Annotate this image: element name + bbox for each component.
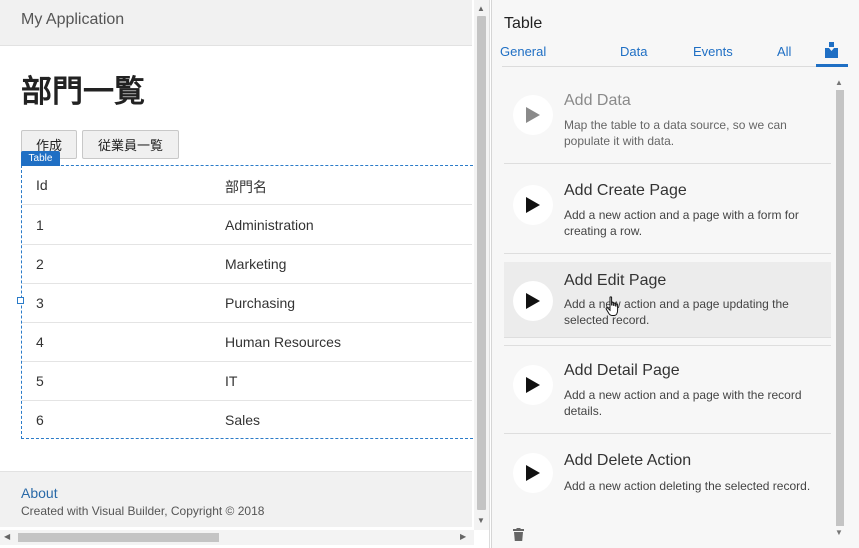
scrollbar-thumb[interactable] — [836, 90, 844, 526]
cell-id: 5 — [36, 373, 44, 389]
app-header: My Application — [0, 0, 472, 46]
cell-department-name: Marketing — [225, 256, 287, 272]
scroll-right-arrow-icon[interactable]: ▶ — [460, 532, 466, 541]
scrollbar-thumb[interactable] — [18, 533, 219, 542]
play-button[interactable] — [513, 185, 553, 225]
card-title: Add Create Page — [564, 182, 687, 199]
add-create-page-card[interactable]: Add Create Page Add a new action and a p… — [504, 168, 831, 254]
add-edit-page-card[interactable]: Add Edit Page Add a new action and a pag… — [504, 262, 831, 338]
employees-list-button[interactable]: 従業員一覧 — [82, 130, 179, 159]
card-title: Add Edit Page — [564, 272, 667, 289]
scrollbar-thumb[interactable] — [477, 16, 486, 510]
card-title: Add Detail Page — [564, 362, 680, 379]
table-row[interactable]: 5 IT — [22, 362, 472, 401]
play-icon — [526, 107, 540, 123]
play-button[interactable] — [513, 281, 553, 321]
scroll-left-arrow-icon[interactable]: ◀ — [4, 532, 10, 541]
add-detail-page-card[interactable]: Add Detail Page Add a new action and a p… — [504, 348, 831, 434]
card-description: Add a new action and a page with the rec… — [564, 388, 802, 418]
preview-pane: My Application 部門一覧 作成 従業員一覧 Table Id 部門… — [0, 0, 490, 548]
app-title: My Application — [21, 11, 125, 28]
preview-vertical-scrollbar[interactable]: ▲ ▼ — [474, 0, 489, 530]
play-icon — [526, 377, 540, 393]
scroll-down-arrow-icon[interactable]: ▼ — [477, 516, 485, 525]
preview-horizontal-scrollbar[interactable]: ◀ ▶ — [0, 530, 474, 545]
cell-department-name: IT — [225, 373, 238, 389]
card-title: Add Delete Action — [564, 452, 692, 469]
column-header-id: Id — [36, 177, 48, 193]
tab-bar-divider — [502, 66, 848, 67]
cell-department-name: Administration — [225, 217, 314, 233]
cell-id: 3 — [36, 295, 44, 311]
table-component-badge: Table — [21, 151, 60, 166]
trash-icon[interactable] — [513, 528, 524, 546]
cell-id: 1 — [36, 217, 44, 233]
table-row[interactable]: 2 Marketing — [22, 245, 472, 284]
card-divider — [504, 345, 831, 346]
play-icon — [526, 465, 540, 481]
app-footer: About Created with Visual Builder, Copyr… — [0, 471, 472, 527]
tab-data[interactable]: Data — [620, 44, 647, 59]
panel-vertical-scrollbar[interactable]: ▲ ▼ — [833, 78, 847, 540]
card-description: Add a new action deleting the selected r… — [564, 479, 811, 493]
quick-start-icon — [825, 42, 838, 58]
table-row[interactable]: 4 Human Resources — [22, 323, 472, 362]
column-header-department-name: 部門名 — [225, 180, 267, 196]
cell-id: 6 — [36, 412, 44, 428]
tab-general[interactable]: General — [500, 44, 546, 59]
play-button[interactable] — [513, 453, 553, 493]
play-icon — [526, 293, 540, 309]
scroll-up-arrow-icon[interactable]: ▲ — [835, 78, 843, 87]
add-data-card[interactable]: Add Data Map the table to a data source,… — [504, 78, 831, 164]
copyright-text: Created with Visual Builder, Copyright ©… — [21, 504, 265, 518]
table-row[interactable]: 1 Administration — [22, 206, 472, 245]
cell-id: 2 — [36, 256, 44, 272]
add-delete-action-card[interactable]: Add Delete Action Add a new action delet… — [504, 440, 831, 510]
page-title: 部門一覧 — [21, 74, 145, 110]
table-row[interactable]: 6 Sales — [22, 401, 472, 440]
panel-title: Table — [504, 15, 543, 32]
scroll-up-arrow-icon[interactable]: ▲ — [477, 4, 485, 13]
cell-id: 4 — [36, 334, 44, 350]
play-button[interactable] — [513, 95, 553, 135]
tab-quick-start[interactable] — [816, 40, 848, 67]
play-button[interactable] — [513, 365, 553, 405]
card-description: Map the table to a data source, so we ca… — [564, 118, 787, 148]
card-description: Add a new action and a page with a form … — [564, 208, 799, 238]
cell-department-name: Human Resources — [225, 334, 341, 350]
tab-all[interactable]: All — [777, 44, 791, 59]
cell-department-name: Purchasing — [225, 295, 296, 311]
table-header-row: Id 部門名 — [22, 166, 472, 205]
properties-pane: Table General Data Events All Add Data M… — [491, 0, 859, 548]
about-link[interactable]: About — [21, 485, 58, 501]
card-title: Add Data — [564, 92, 631, 109]
scroll-down-arrow-icon[interactable]: ▼ — [835, 528, 843, 537]
cell-department-name: Sales — [225, 412, 261, 428]
hand-pointer-cursor-icon — [605, 296, 621, 323]
card-description: Add a new action and a page updating the… — [564, 297, 789, 327]
play-icon — [526, 197, 540, 213]
table-row[interactable]: 3 Purchasing — [22, 284, 472, 323]
tab-events[interactable]: Events — [693, 44, 733, 59]
